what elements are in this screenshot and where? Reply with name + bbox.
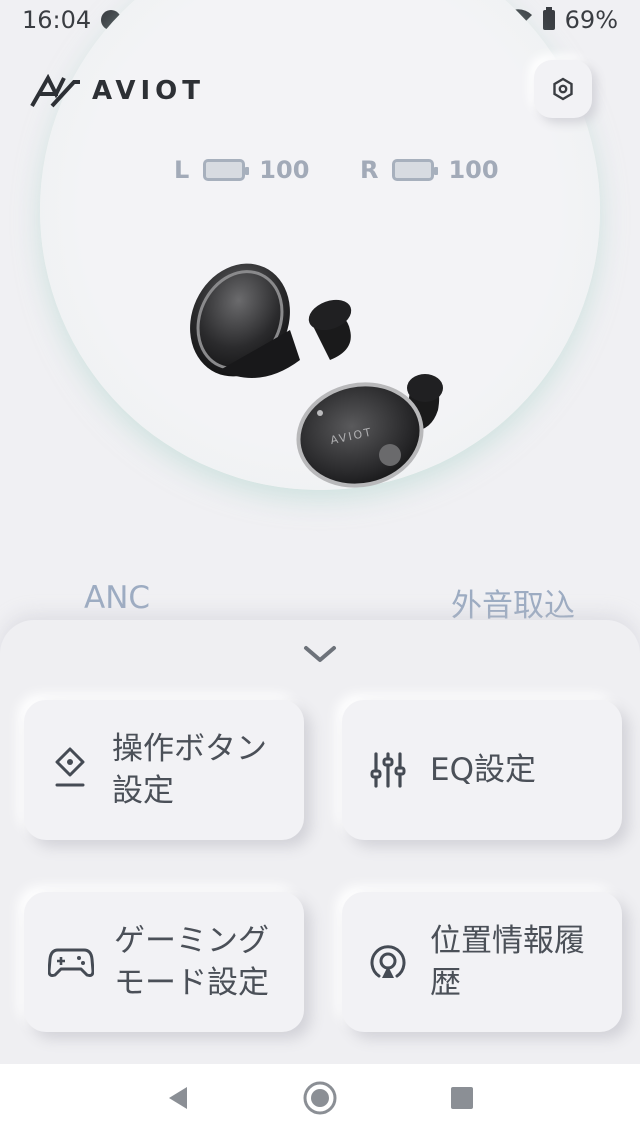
button-settings-label: 操作ボタン 設定 <box>112 728 267 812</box>
left-battery-value: 100 <box>259 156 310 184</box>
location-history-label: 位置情報履 歴 <box>430 920 585 1004</box>
recents-icon[interactable] <box>449 1085 475 1115</box>
button-settings-card[interactable]: 操作ボタン 設定 <box>24 700 304 840</box>
gaming-mode-label-line1: ゲーミング <box>114 923 269 959</box>
right-battery-icon <box>392 159 439 181</box>
button-settings-label-line1: 操作ボタン <box>112 731 267 767</box>
right-label: R <box>360 156 379 184</box>
button-settings-label-line2: 設定 <box>112 773 174 809</box>
battery-percent: 69% <box>564 6 618 34</box>
gamepad-icon <box>48 945 94 979</box>
gaming-mode-label-line2: モード設定 <box>114 965 269 1001</box>
equalizer-icon <box>366 750 410 790</box>
location-history-label-line2: 歴 <box>430 965 461 1001</box>
logo-text: AVIOT <box>92 76 205 106</box>
earbuds-image: AVIOT <box>190 263 443 488</box>
right-battery-value: 100 <box>448 156 499 184</box>
back-icon[interactable] <box>165 1085 191 1115</box>
settings-button[interactable] <box>534 60 592 118</box>
left-earbud-battery: L 100 <box>174 156 309 184</box>
eq-settings-label-line1: EQ設定 <box>430 752 536 788</box>
status-time: 16:04 <box>22 6 92 34</box>
right-earbud-battery: R 100 <box>360 156 499 184</box>
sheet-toggle[interactable] <box>300 640 340 670</box>
touch-control-icon <box>48 745 92 795</box>
battery-status-row: L 100 R 100 <box>0 156 640 192</box>
chevron-down-icon <box>304 646 336 662</box>
gaming-mode-card[interactable]: ゲーミング モード設定 <box>24 892 304 1032</box>
location-history-icon <box>366 940 410 984</box>
location-history-label-line1: 位置情報履 <box>430 923 585 959</box>
location-history-card[interactable]: 位置情報履 歴 <box>342 892 622 1032</box>
aviot-logo-mark <box>30 74 80 108</box>
ambient-mode-label[interactable]: 外音取込 <box>451 580 575 625</box>
battery-icon <box>542 7 555 30</box>
gaming-mode-label: ゲーミング モード設定 <box>114 920 269 1004</box>
anc-mode-label[interactable]: ANC <box>84 580 150 616</box>
system-nav-bar <box>0 1064 640 1136</box>
left-label: L <box>174 156 190 184</box>
eq-settings-label: EQ設定 <box>430 749 536 791</box>
aviot-logo: AVIOT <box>30 74 205 108</box>
home-icon[interactable] <box>302 1080 338 1120</box>
gear-icon <box>553 77 573 101</box>
eq-settings-card[interactable]: EQ設定 <box>342 700 622 840</box>
left-battery-icon <box>203 159 250 181</box>
